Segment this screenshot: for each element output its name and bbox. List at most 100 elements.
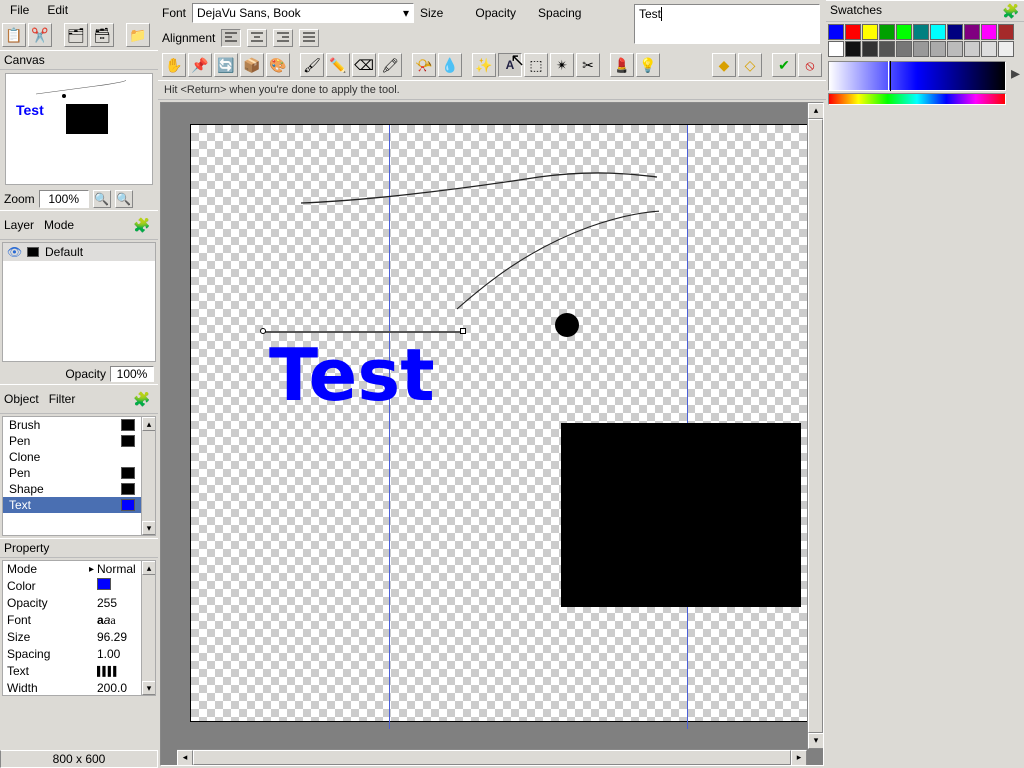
prop-size[interactable]: Size96.29 — [3, 629, 141, 646]
object-row-clone[interactable]: Clone — [3, 449, 141, 465]
zoom-out-icon[interactable]: 🔍 — [115, 190, 133, 208]
apply-icon[interactable]: ✔ — [772, 53, 796, 77]
swatch[interactable] — [828, 41, 844, 57]
filter-tab[interactable]: Filter — [49, 392, 76, 406]
tool-brush-icon[interactable]: 🖌 — [300, 53, 324, 77]
layer-opacity-value[interactable]: 100% — [110, 366, 154, 382]
text-object[interactable]: Test — [269, 333, 435, 417]
prop-mode[interactable]: Mode▸Normal — [3, 561, 141, 578]
tool-drop-icon[interactable]: 💧 — [438, 53, 462, 77]
tool-select-icon[interactable]: ⬚ — [524, 53, 548, 77]
prop-color[interactable]: Color — [3, 578, 141, 595]
swatch[interactable] — [879, 24, 895, 40]
layer-menu-icon[interactable]: 🧩 — [130, 213, 154, 237]
tool-group-icon[interactable]: 🗂 — [64, 23, 88, 47]
scroll-up-icon[interactable]: ▴ — [808, 103, 824, 119]
undo-icon[interactable]: ◆ — [712, 53, 736, 77]
swatch[interactable] — [862, 41, 878, 57]
color-chip[interactable] — [97, 578, 111, 590]
tool-picker-icon[interactable]: 💄 — [610, 53, 634, 77]
object-row-pen[interactable]: Pen — [3, 433, 141, 449]
tool-rotate-icon[interactable]: 🔄 — [214, 53, 238, 77]
align-right-icon[interactable] — [273, 29, 293, 47]
tool-hand-icon[interactable]: ✋ — [162, 53, 186, 77]
scroll-right-icon[interactable]: ▸ — [791, 750, 807, 766]
swatch[interactable] — [862, 24, 878, 40]
tool-pin-icon[interactable]: 📌 — [188, 53, 212, 77]
layer-list[interactable]: 👁 Default — [2, 242, 156, 362]
swatch[interactable] — [913, 41, 929, 57]
swatch[interactable] — [896, 24, 912, 40]
text-input[interactable]: Test — [634, 4, 820, 44]
object-row-brush[interactable]: Brush — [3, 417, 141, 433]
scroll-thumb[interactable] — [808, 119, 823, 733]
tool-folder-icon[interactable]: 📁 — [126, 23, 150, 47]
menu-file[interactable]: File — [2, 1, 37, 19]
prop-width[interactable]: Width200.0 — [3, 680, 141, 696]
prop-opacity[interactable]: Opacity255 — [3, 595, 141, 612]
canvas-viewport[interactable]: Test ▴ ▾ ◂ ▸ — [160, 102, 824, 766]
object-list[interactable]: Brush Pen Clone Pen Shape Text ▴ ▾ — [2, 416, 156, 536]
tool-marker-icon[interactable]: 🖍 — [378, 53, 402, 77]
zoom-in-icon[interactable]: 🔍 — [93, 190, 111, 208]
hue-slider[interactable] — [828, 93, 1006, 105]
font-dropdown[interactable]: DejaVu Sans, Book ▾ — [192, 3, 414, 23]
swatch[interactable] — [845, 24, 861, 40]
tool-wand-icon[interactable]: ✨ — [472, 53, 496, 77]
prop-font[interactable]: Fontaaa — [3, 612, 141, 629]
scroll-down-icon[interactable]: ▾ — [142, 521, 156, 535]
object-row-text[interactable]: Text — [3, 497, 141, 513]
object-menu-icon[interactable]: 🧩 — [130, 387, 154, 411]
handle-end[interactable] — [460, 328, 466, 334]
swatch[interactable] — [930, 24, 946, 40]
scrollbar-vertical[interactable]: ▴ ▾ — [807, 103, 823, 749]
scroll-down-icon[interactable]: ▾ — [142, 681, 156, 695]
tool-pencil-icon[interactable]: ✏️ — [326, 53, 350, 77]
visibility-icon[interactable]: 👁 — [7, 245, 21, 259]
tool-palette-icon[interactable]: 🎨 — [266, 53, 290, 77]
scroll-thumb[interactable] — [193, 750, 791, 765]
expand-icon[interactable]: ▸ — [1011, 63, 1020, 84]
tool-eraser-icon[interactable]: ⌫ — [352, 53, 376, 77]
cancel-icon[interactable]: ⦸ — [798, 53, 822, 77]
scrollbar-horizontal[interactable]: ◂ ▸ — [177, 749, 807, 765]
align-left-icon[interactable] — [221, 29, 241, 47]
swatch[interactable] — [879, 41, 895, 57]
tool-warp-icon[interactable]: ✴ — [550, 53, 574, 77]
prop-text[interactable]: Text▌▌▌▌ — [3, 663, 141, 680]
color-picker[interactable]: ▸ — [828, 61, 1022, 109]
swatch[interactable] — [896, 41, 912, 57]
scroll-left-icon[interactable]: ◂ — [177, 750, 193, 766]
swatch[interactable] — [828, 24, 844, 40]
object-row-pen2[interactable]: Pen — [3, 465, 141, 481]
scroll-up-icon[interactable]: ▴ — [142, 417, 156, 431]
zoom-value[interactable]: 100% — [39, 190, 89, 208]
swatch[interactable] — [998, 41, 1014, 57]
handle-start[interactable] — [260, 328, 266, 334]
menu-edit[interactable]: Edit — [39, 1, 76, 19]
redo-icon[interactable]: ◇ — [738, 53, 762, 77]
swatch[interactable] — [981, 41, 997, 57]
swatch[interactable] — [998, 24, 1014, 40]
swatch[interactable] — [981, 24, 997, 40]
layer-tab[interactable]: Layer — [4, 218, 44, 232]
tool-crop-icon[interactable]: ✂ — [576, 53, 600, 77]
swatch[interactable] — [964, 41, 980, 57]
layer-row[interactable]: 👁 Default — [3, 243, 155, 261]
picker-marker[interactable] — [888, 61, 891, 91]
align-center-icon[interactable] — [247, 29, 267, 47]
swatch[interactable] — [947, 24, 963, 40]
align-justify-icon[interactable] — [299, 29, 319, 47]
tool-bulb-icon[interactable]: 💡 — [636, 53, 660, 77]
mode-tab[interactable]: Mode — [44, 218, 74, 232]
swatch[interactable] — [930, 41, 946, 57]
swatch[interactable] — [913, 24, 929, 40]
tool-text-icon[interactable]: A — [498, 53, 522, 77]
object-row-shape[interactable]: Shape — [3, 481, 141, 497]
swatch[interactable] — [964, 24, 980, 40]
swatches-menu-icon[interactable]: 🧩 — [1002, 3, 1020, 19]
tool-cube-icon[interactable]: 📦 — [240, 53, 264, 77]
swatch[interactable] — [845, 41, 861, 57]
tool-stamp-icon[interactable]: 📯 — [412, 53, 436, 77]
tool-ungroup-icon[interactable]: 🗃 — [90, 23, 114, 47]
